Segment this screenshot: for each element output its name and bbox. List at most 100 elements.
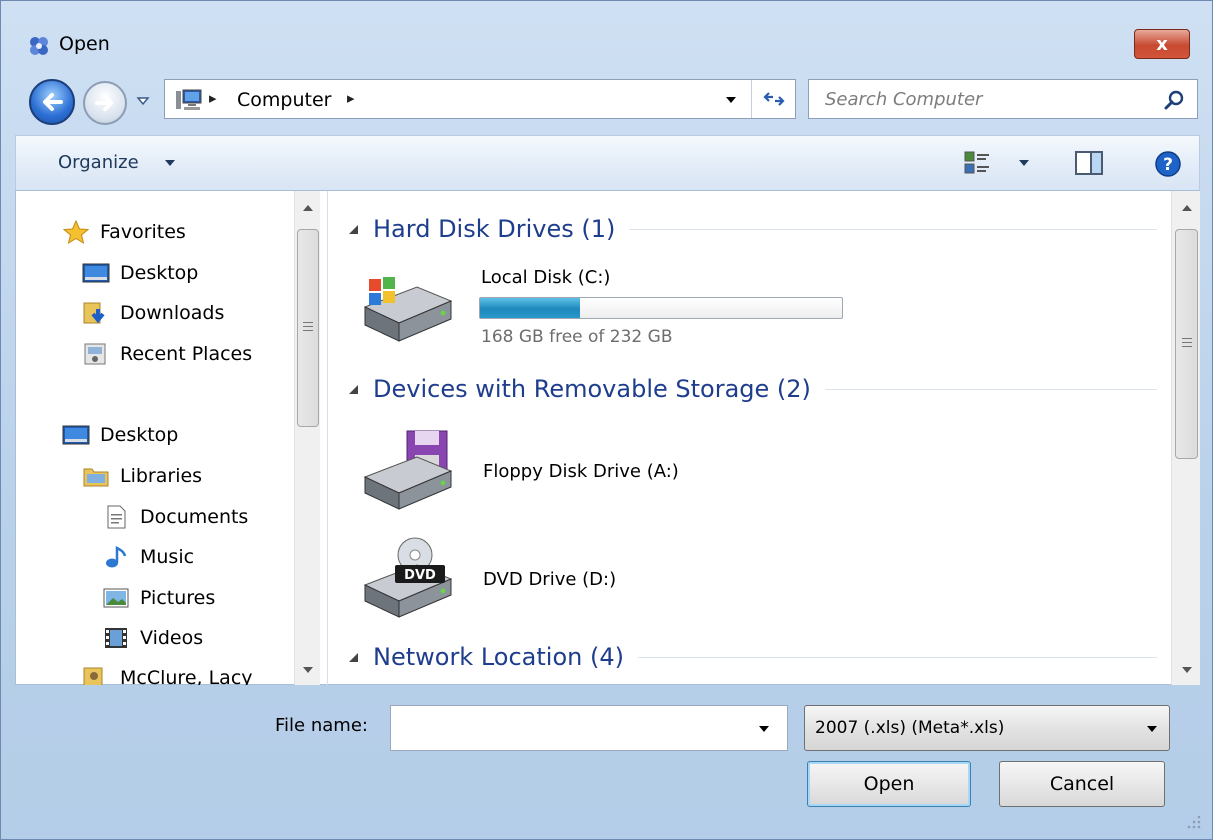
breadcrumb-separator[interactable]: ▸ <box>347 89 355 107</box>
file-list-pane: Hard Disk Drives (1) Local Disk (C:) 168… <box>329 191 1171 685</box>
videos-icon <box>105 628 127 648</box>
chevron-down-icon[interactable] <box>164 158 176 168</box>
breadcrumb-separator[interactable]: ▸ <box>209 89 217 107</box>
downloads-folder-icon <box>83 302 105 324</box>
nav-item-documents[interactable]: Documents <box>102 505 248 529</box>
file-type-select[interactable]: 2007 (.xls) (Meta*.xls) <box>804 705 1170 751</box>
nav-item-label: Pictures <box>140 587 216 609</box>
nav-item-pictures[interactable]: Pictures <box>102 586 215 610</box>
nav-item-desktop[interactable]: Desktop <box>82 261 198 285</box>
chevron-down-icon[interactable] <box>723 92 739 108</box>
drive-name: Local Disk (C:) <box>481 267 611 288</box>
file-name-combo[interactable] <box>390 705 788 751</box>
nav-item-desktop-tree[interactable]: Desktop <box>62 423 178 447</box>
window-title: Open <box>59 33 110 55</box>
free-space-text: 168 GB free of 232 GB <box>481 327 673 347</box>
collapse-triangle-icon[interactable] <box>347 651 359 663</box>
hard-drive-icon <box>363 277 453 342</box>
resize-grip-icon[interactable] <box>1183 811 1203 831</box>
help-icon[interactable]: ? <box>1154 150 1182 178</box>
scroll-grip <box>303 322 313 323</box>
capacity-bar <box>479 297 843 319</box>
nav-item-downloads[interactable]: Downloads <box>82 301 224 325</box>
group-header-label: Hard Disk Drives (1) <box>373 215 616 243</box>
user-folder-icon <box>83 667 103 685</box>
collapse-triangle-icon[interactable] <box>347 223 359 235</box>
scroll-grip <box>1182 338 1192 339</box>
scroll-down-icon[interactable] <box>1180 665 1194 675</box>
capacity-bar-fill <box>480 298 580 318</box>
group-header-hard-disk[interactable]: Hard Disk Drives (1) <box>347 215 1157 243</box>
change-view-icon[interactable] <box>964 150 990 176</box>
file-type-selected: 2007 (.xls) (Meta*.xls) <box>815 718 1005 738</box>
desktop-icon <box>82 263 110 283</box>
nav-scroll-thumb[interactable] <box>297 229 319 427</box>
drive-name: DVD Drive (D:) <box>483 569 617 590</box>
nav-item-music[interactable]: Music <box>102 545 194 569</box>
scroll-grip <box>1182 346 1192 347</box>
scroll-up-icon[interactable] <box>1180 203 1194 213</box>
open-dialog: Open x ▸ Computer ▸ Search Computer Orga… <box>0 0 1213 840</box>
back-button[interactable] <box>29 79 75 125</box>
group-divider <box>637 656 1157 658</box>
nav-item-label: Documents <box>140 506 249 528</box>
drive-name: Floppy Disk Drive (A:) <box>483 461 679 482</box>
nav-item-videos[interactable]: Videos <box>102 626 203 650</box>
dvd-drive-icon: DVD <box>363 537 453 618</box>
close-icon: x <box>1156 33 1168 55</box>
nav-item-label: Recent Places <box>120 343 253 365</box>
arrow-right-icon <box>94 94 114 112</box>
content-area: Favorites Desktop Downloads Recent Place… <box>15 191 1200 685</box>
nav-item-libraries[interactable]: Libraries <box>82 464 202 488</box>
search-input[interactable] <box>809 80 1149 118</box>
group-header-label: Devices with Removable Storage (2) <box>373 375 811 403</box>
preview-pane-icon[interactable] <box>1074 150 1104 176</box>
scroll-down-icon[interactable] <box>301 665 315 675</box>
file-name-input[interactable] <box>391 706 741 750</box>
scroll-grip <box>303 326 313 327</box>
recent-places-icon <box>84 343 106 365</box>
nav-item-label: Music <box>140 546 195 568</box>
footer-panel: File name: 2007 (.xls) (Meta*.xls) Open … <box>1 685 1213 840</box>
desktop-icon <box>62 425 90 445</box>
open-button[interactable]: Open <box>807 761 971 807</box>
scroll-grip <box>303 330 313 331</box>
chevron-down-icon[interactable] <box>1018 158 1030 168</box>
nav-item-label: McClure, Lacy <box>120 667 253 685</box>
scroll-up-icon[interactable] <box>301 203 315 213</box>
floppy-drive-icon <box>363 430 453 510</box>
nav-pane-scrollbar[interactable] <box>294 191 320 685</box>
title-bar: Open x <box>1 1 1213 85</box>
nav-item-label: Desktop <box>120 262 199 284</box>
breadcrumb-computer[interactable]: Computer <box>237 89 331 111</box>
group-divider <box>824 388 1157 390</box>
organize-menu[interactable]: Organize <box>58 152 139 173</box>
nav-item-favorites[interactable]: Favorites <box>62 220 186 244</box>
cancel-button[interactable]: Cancel <box>999 761 1165 807</box>
search-icon[interactable] <box>1163 89 1185 111</box>
refresh-button[interactable] <box>751 80 795 118</box>
chevron-down-icon[interactable] <box>1145 724 1159 734</box>
nav-item-label: Desktop <box>100 424 179 446</box>
nav-item-label: Libraries <box>120 465 203 487</box>
nav-item-user-folder[interactable]: McClure, Lacy <box>82 666 253 685</box>
group-header-removable[interactable]: Devices with Removable Storage (2) <box>347 375 1157 403</box>
navigation-pane: Favorites Desktop Downloads Recent Place… <box>16 191 328 685</box>
chevron-down-icon[interactable] <box>757 724 771 734</box>
file-list-scrollbar[interactable] <box>1171 191 1200 685</box>
address-bar[interactable]: ▸ Computer ▸ <box>164 79 796 119</box>
music-icon <box>106 545 127 568</box>
recent-pages-dropdown[interactable] <box>135 93 151 109</box>
collapse-triangle-icon[interactable] <box>347 383 359 395</box>
close-button[interactable]: x <box>1134 29 1190 59</box>
refresh-icon <box>762 92 785 106</box>
nav-item-recent-places[interactable]: Recent Places <box>82 342 252 366</box>
search-box[interactable] <box>808 79 1198 119</box>
documents-icon <box>107 505 126 529</box>
group-header-network[interactable]: Network Location (4) <box>347 643 1157 671</box>
group-header-label: Network Location (4) <box>373 643 624 671</box>
file-list-scroll-thumb[interactable] <box>1175 229 1198 459</box>
scroll-grip <box>1182 342 1192 343</box>
forward-button[interactable] <box>83 81 127 125</box>
nav-item-label: Videos <box>140 627 204 649</box>
